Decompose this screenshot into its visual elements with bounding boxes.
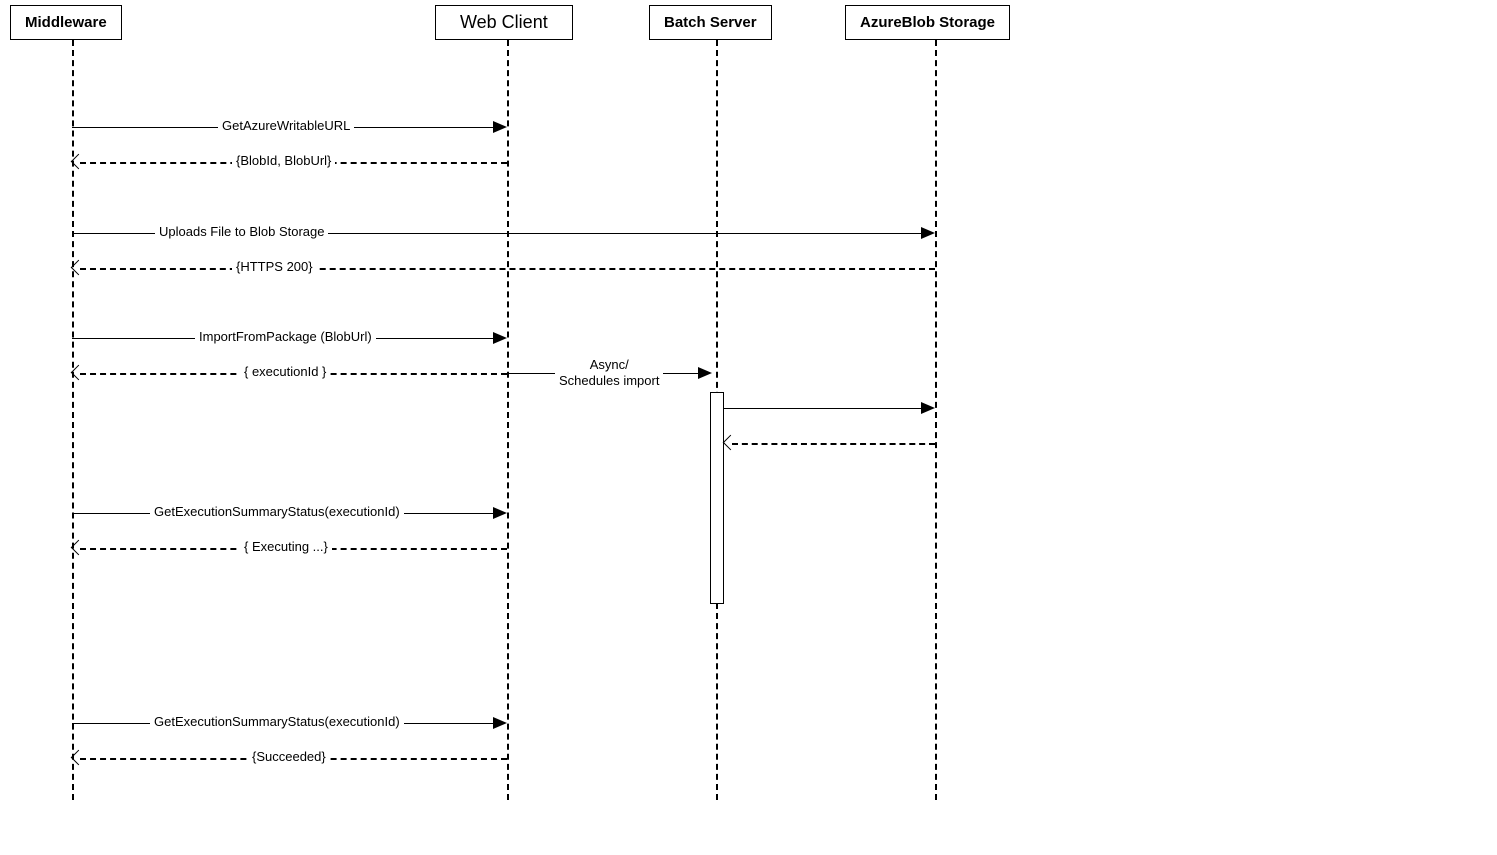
activation-batchserver bbox=[710, 392, 724, 604]
arrow-icon bbox=[493, 332, 507, 344]
reply-https-200 bbox=[80, 268, 935, 270]
participant-azureblob: AzureBlob Storage bbox=[845, 5, 1010, 40]
arrow-icon bbox=[921, 227, 935, 239]
arrow-icon bbox=[493, 717, 507, 729]
label-import-from-package: ImportFromPackage (BlobUrl) bbox=[195, 329, 376, 344]
label-async-schedule: Async/Schedules import bbox=[555, 357, 663, 390]
lifeline-webclient bbox=[507, 40, 509, 800]
arrow-icon bbox=[698, 367, 712, 379]
label-https-200: {HTTPS 200} bbox=[232, 259, 317, 274]
lifeline-middleware bbox=[72, 40, 74, 800]
lifeline-azureblob bbox=[935, 40, 937, 800]
sequence-diagram: Middleware Web Client Batch Server Azure… bbox=[0, 0, 1497, 855]
reply-blob-to-batch bbox=[732, 443, 935, 445]
participant-batchserver: Batch Server bbox=[649, 5, 772, 40]
label-blob-id: {BlobId, BlobUrl} bbox=[232, 153, 335, 168]
participant-webclient: Web Client bbox=[435, 5, 573, 40]
label-get-azure-url: GetAzureWritableURL bbox=[218, 118, 354, 133]
label-succeeded: {Succeeded} bbox=[248, 749, 330, 764]
arrow-icon bbox=[723, 435, 739, 451]
label-execution-id: { executionId } bbox=[240, 364, 330, 379]
arrow-icon bbox=[493, 507, 507, 519]
arrow-icon bbox=[493, 121, 507, 133]
participant-middleware: Middleware bbox=[10, 5, 122, 40]
label-get-exec-status-2: GetExecutionSummaryStatus(executionId) bbox=[150, 714, 404, 729]
arrow-icon bbox=[921, 402, 935, 414]
msg-batch-to-blob bbox=[723, 408, 921, 409]
label-get-exec-status-1: GetExecutionSummaryStatus(executionId) bbox=[150, 504, 404, 519]
label-upload-file: Uploads File to Blob Storage bbox=[155, 224, 328, 239]
label-executing: { Executing ...} bbox=[240, 539, 332, 554]
